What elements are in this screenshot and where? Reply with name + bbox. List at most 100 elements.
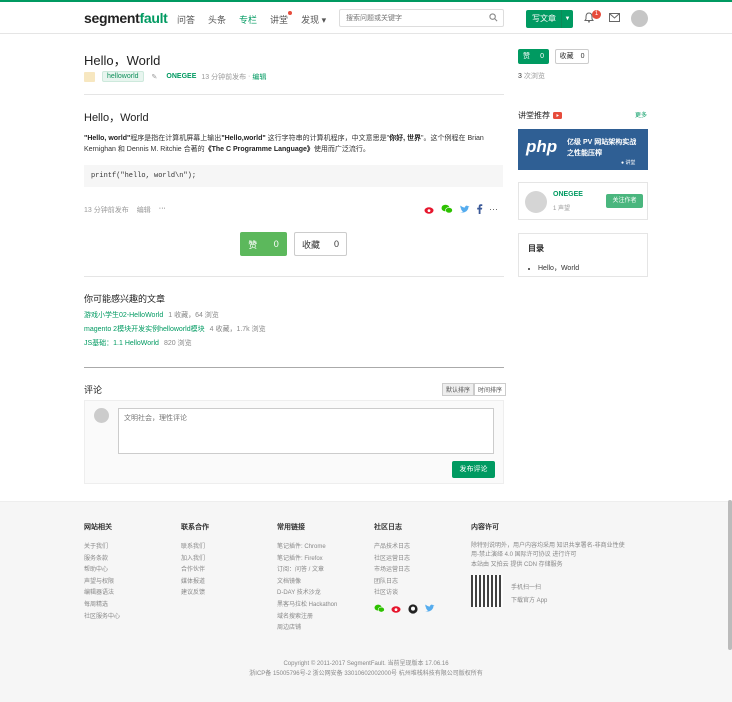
comment-textarea[interactable] [118, 408, 494, 454]
footer-link[interactable]: 社区运营日志 [374, 554, 435, 566]
facebook-icon[interactable] [476, 204, 483, 214]
edit-link[interactable]: 编辑 [252, 72, 266, 82]
footer-link[interactable]: 笔记插件: Chrome [277, 542, 337, 554]
caret-down-icon[interactable]: ▼ [561, 10, 573, 28]
footer: 网站相关 关于我们 服务条款 帮助中心 声望与权限 编辑器语法 每周精选 社区服… [0, 501, 732, 702]
like-button-small[interactable]: 赞0 [518, 49, 549, 64]
footer-link[interactable]: 文档镜像 [277, 577, 337, 589]
more-icon[interactable]: ··· [159, 205, 166, 215]
nav-columns[interactable]: 专栏 [239, 13, 257, 26]
divider-strong [84, 367, 504, 368]
footer-link[interactable]: D-DAY 技术沙龙 [277, 588, 337, 600]
lecture-banner[interactable]: php 亿级 PV 网站架构实战 之性能压榨 ● 讲堂 [518, 129, 648, 170]
twitter-icon[interactable] [459, 205, 470, 214]
footer-link[interactable]: 联系我们 [181, 542, 209, 554]
author-reputation: 1 声望 [553, 206, 571, 212]
footer-link[interactable]: 建议反馈 [181, 588, 209, 600]
footer-link[interactable]: 媒体报道 [181, 577, 209, 589]
footer-link[interactable]: 每周精选 [84, 600, 120, 612]
github-icon[interactable] [408, 604, 418, 614]
weibo-icon[interactable] [391, 604, 402, 613]
toc-item[interactable]: Hello，World [538, 263, 638, 273]
nav-discover[interactable]: 发现 ▾ [301, 13, 326, 26]
search-input[interactable] [340, 10, 480, 26]
like-count: 0 [540, 53, 544, 60]
footer-link[interactable]: 黑客马拉松 Hackathon [277, 600, 337, 612]
related-link[interactable]: 游戏小学生02-HelloWorld [84, 312, 163, 319]
footer-col-links: 常用链接 笔记插件: Chrome 笔记插件: Firefox 订阅：问答 / … [277, 522, 337, 635]
lecture-title: 讲堂推荐 [518, 110, 562, 121]
fav-label: 收藏 [559, 53, 574, 60]
author-link[interactable]: ONEGEE [166, 73, 196, 80]
like-label-lg: 赞 [248, 239, 258, 250]
para-bold-1: "Hello, world" [84, 135, 131, 142]
more-link[interactable]: 更多 [635, 110, 647, 119]
footer-link[interactable]: 市场运营日志 [374, 565, 435, 577]
footer-link[interactable]: 周边店铺 [277, 623, 337, 635]
banner-php: php [526, 137, 558, 156]
search-box [339, 9, 504, 27]
footer-link[interactable]: 服务条款 [84, 554, 120, 566]
footer-link[interactable]: 产品技术日志 [374, 542, 435, 554]
fav-label-lg: 收藏 [301, 239, 320, 250]
code-block: printf("hello, world\n"); [84, 165, 503, 187]
author-avatar[interactable] [525, 191, 547, 213]
footer-link[interactable]: 域名搜索注册 [277, 612, 337, 624]
logo-text-a: segment [84, 10, 140, 26]
related-link[interactable]: JS基础：1.1 HelloWorld [84, 340, 159, 347]
footer-link[interactable]: 帮助中心 [84, 565, 120, 577]
nav-questions[interactable]: 问答 [177, 13, 195, 26]
nav-lecture[interactable]: 讲堂 [270, 11, 293, 26]
footer-link[interactable]: 关于我们 [84, 542, 120, 554]
footer-link[interactable]: 团队日志 [374, 577, 435, 589]
divider [84, 276, 504, 277]
twitter-icon[interactable] [424, 604, 435, 613]
comment-sort: 默认排序 时间排序 [442, 383, 507, 396]
footer-link[interactable]: 合作伙伴 [181, 565, 209, 577]
footer-link[interactable]: 编辑器语法 [84, 588, 120, 600]
fav-count-lg: 0 [333, 239, 339, 249]
cdn-text: 本站由 又拍云 提供 CDN 存储服务 [471, 562, 563, 568]
published-time: 13 分钟前发布 [201, 73, 247, 81]
wechat-icon[interactable] [441, 204, 453, 214]
divider [84, 94, 504, 95]
para-bold-3: "Hello,world" [221, 135, 266, 142]
footer-link[interactable]: 订阅：问答 / 文章 [277, 565, 337, 577]
search-icon[interactable] [489, 13, 498, 22]
navbar: segmentfault 问答 头条 专栏 讲堂 发现 ▾ 写文章 ▼ 1 [0, 2, 732, 34]
author-card-name[interactable]: ONEGEE [553, 191, 583, 198]
nav-headlines[interactable]: 头条 [208, 13, 226, 26]
qr-code [471, 575, 503, 607]
weibo-icon[interactable] [424, 205, 435, 214]
footer-link[interactable]: 社区服务中心 [84, 612, 120, 624]
scrollbar[interactable] [728, 500, 732, 650]
submit-comment-button[interactable]: 发布评论 [452, 461, 495, 478]
main-nav: 问答 头条 专栏 讲堂 发现 ▾ [177, 11, 339, 26]
share-more-icon[interactable]: ··· [489, 204, 498, 214]
share-bar: ··· [424, 204, 498, 214]
sort-time-button[interactable]: 时间排序 [474, 383, 507, 396]
footer-link[interactable]: 笔记插件: Firefox [277, 554, 337, 566]
logo[interactable]: segmentfault [84, 10, 168, 26]
footer-link[interactable]: 社区访谈 [374, 588, 435, 600]
follow-author-button[interactable]: 关注作者 [606, 194, 643, 208]
like-button[interactable]: 赞0 [240, 232, 287, 256]
article-paragraph: "Hello, world"程序是指在计算机屏幕上输出"Hello,world"… [84, 133, 504, 155]
mail-icon[interactable] [609, 13, 620, 22]
article-title: Hello，World [84, 53, 161, 68]
footer-link[interactable]: 声望与权限 [84, 577, 120, 589]
article-tag[interactable]: helloworld [102, 71, 144, 82]
user-avatar[interactable] [631, 10, 648, 27]
article-meta: helloworld ✎ ONEGEE 13 分钟前发布 · 编辑 [84, 71, 266, 82]
footer-link[interactable]: 加入我们 [181, 554, 209, 566]
favorite-button[interactable]: 收藏 0 [294, 232, 347, 256]
vote-small: 赞0 收藏 0 [518, 49, 589, 64]
wechat-icon[interactable] [374, 604, 385, 613]
footer-edit-link[interactable]: 编辑 [137, 205, 151, 215]
sort-default-button[interactable]: 默认排序 [442, 383, 475, 396]
favorite-button-small[interactable]: 收藏 0 [555, 49, 589, 64]
related-link[interactable]: magento 2模块开发实例helloworld模块 [84, 326, 205, 333]
write-article-button[interactable]: 写文章 ▼ [526, 10, 573, 28]
download-app-link[interactable]: 下载官方 App [511, 595, 547, 604]
list-item: magento 2模块开发实例helloworld模块 4 收藏，1.7k 浏览 [84, 323, 266, 337]
